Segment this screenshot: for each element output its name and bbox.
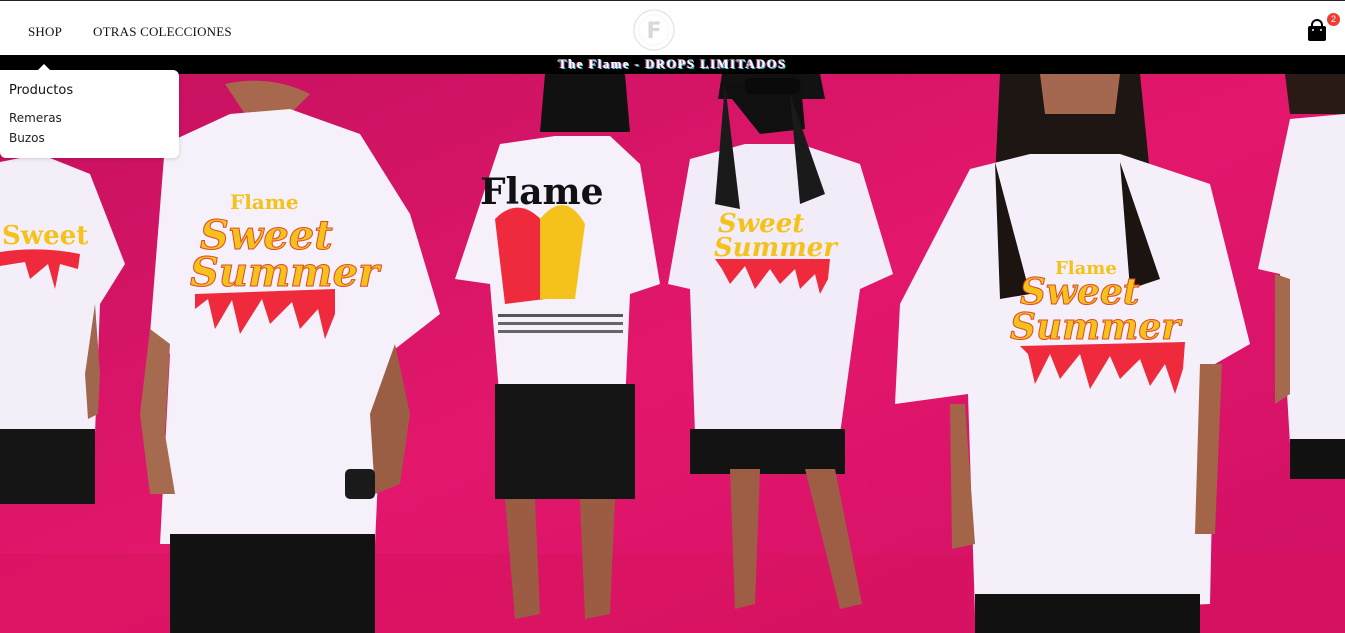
site-header: SHOP OTRAS COLECCIONES F 2 <box>0 1 1345 55</box>
cart-count-badge: 2 <box>1327 13 1340 26</box>
svg-text:Summer: Summer <box>1010 306 1183 348</box>
dropdown-title: Productos <box>9 83 74 98</box>
flame-f-logo-icon[interactable]: F <box>628 6 680 54</box>
announcement-bar: The Flame - DROPS LIMITADOS <box>0 55 1345 74</box>
shop-dropdown-menu: Productos Remeras Buzos <box>0 70 179 158</box>
svg-text:Flame: Flame <box>230 190 299 214</box>
nav-otras-colecciones-link[interactable]: OTRAS COLECCIONES <box>93 24 232 40</box>
svg-text:F: F <box>646 19 661 44</box>
dropdown-item-remeras[interactable]: Remeras <box>9 111 62 125</box>
nav-shop-link[interactable]: SHOP <box>28 24 62 40</box>
hero-image: Sweet Flame Sweet Summer Flame Sweet Sum… <box>0 74 1345 633</box>
svg-text:Summer: Summer <box>190 249 382 296</box>
svg-text:Summer: Summer <box>714 233 839 263</box>
shopping-bag-icon[interactable] <box>1305 18 1329 44</box>
dropdown-pointer <box>38 64 50 70</box>
announcement-text: The Flame - DROPS LIMITADOS <box>558 57 787 71</box>
dropdown-item-buzos[interactable]: Buzos <box>9 131 45 145</box>
svg-text:Flame: Flame <box>480 171 604 213</box>
svg-text:Sweet: Sweet <box>2 221 88 251</box>
